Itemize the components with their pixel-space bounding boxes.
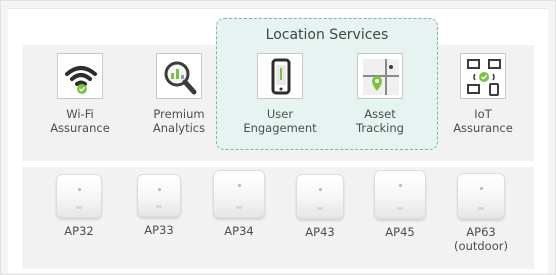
location-services-title: Location Services (265, 27, 389, 43)
ap-model-label: AP34 (224, 224, 254, 238)
ap-item[interactable]: AP45 (365, 170, 435, 239)
ap-item[interactable]: AP33 (124, 174, 194, 237)
feature-label: Wi-Fi Assurance (50, 107, 110, 135)
ap-model-label: AP43 (305, 225, 335, 239)
access-point-image (56, 174, 102, 218)
ap-item[interactable]: AP63 (outdoor) (446, 173, 516, 253)
ap-item[interactable]: AP43 (285, 174, 355, 239)
ap-item[interactable]: AP34 (204, 170, 274, 238)
access-point-image (374, 170, 426, 219)
connected-devices-icon (460, 53, 506, 99)
access-point-image (296, 174, 344, 219)
feature-premium-analytics[interactable]: Premium Analytics (134, 53, 224, 135)
feature-label: User Engagement (243, 107, 317, 135)
map-pin-icon (357, 53, 403, 99)
feature-iot-assurance[interactable]: IoT Assurance (438, 53, 528, 135)
feature-user-engagement[interactable]: User Engagement (235, 53, 325, 135)
feature-label: IoT Assurance (453, 107, 513, 135)
ap-note-label: (outdoor) (454, 239, 508, 253)
feature-label: Premium Analytics (152, 107, 206, 135)
feature-label: Asset Tracking (356, 107, 404, 135)
access-point-image (457, 173, 505, 219)
ap-item[interactable]: AP32 (44, 174, 114, 238)
feature-wifi-assurance[interactable]: Wi-Fi Assurance (35, 53, 125, 135)
feature-asset-tracking[interactable]: Asset Tracking (335, 53, 425, 135)
magnifier-chart-icon (156, 53, 202, 99)
smartphone-icon (257, 53, 303, 99)
ap-model-label: AP45 (385, 225, 415, 239)
wifi-check-icon (57, 53, 103, 99)
access-point-image (137, 174, 181, 217)
ap-model-label: AP32 (64, 224, 94, 238)
access-point-image (213, 170, 265, 218)
ap-model-label: AP33 (144, 223, 174, 237)
ap-model-label: AP63 (outdoor) (446, 225, 516, 253)
